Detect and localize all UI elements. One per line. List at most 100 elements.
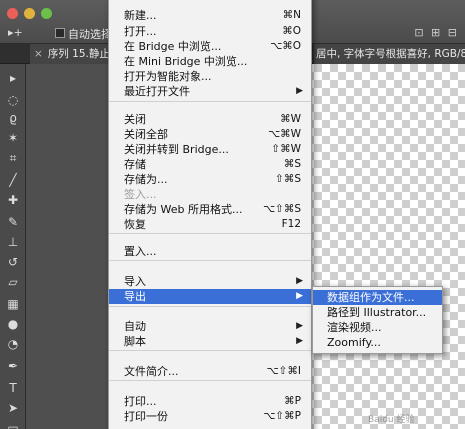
file-menu-item[interactable]: 打开为智能对象... [109,69,311,84]
submenu-arrow-icon: ▶ [296,321,303,331]
menu-item-label: 在 Mini Bridge 中浏览... [124,55,248,68]
file-menu-item[interactable]: 脚本 ▶ [109,334,311,349]
file-menu-item[interactable]: 打印... ⌘P [109,394,311,409]
document-tab-title: 序列 15.静止0 [47,48,110,60]
menu-item-shortcut: ⌘O [282,25,301,37]
healing-brush-tool-icon[interactable]: ✚ [5,192,21,208]
menu-item-label: 存储为... [124,173,168,186]
file-menu-item[interactable]: 打开... ⌘O [109,24,311,39]
menu-item-label: 新建... [124,9,157,22]
gradient-tool-icon[interactable]: ▦ [5,296,21,312]
export-submenu-item[interactable]: 渲染视频... [313,320,442,335]
menu-item-shortcut: ⌥⇧⌘S [262,203,301,215]
menu-item-label: 最近打开文件 [124,85,190,98]
dodge-tool-icon[interactable]: ◔ [5,336,21,352]
document-tab[interactable]: × 序列 15.静止0 [30,44,110,64]
menu-item-label: 置入... [124,245,157,258]
submenu-arrow-icon: ▶ [296,291,303,301]
menu-item-shortcut: ⌘S [283,158,301,170]
file-menu-item[interactable]: 导出 ▶ [109,289,311,304]
eyedropper-tool-icon[interactable]: ╱ [5,172,21,188]
file-menu-item[interactable]: 关闭全部 ⌥⌘W [109,127,311,142]
magic-wand-tool-icon[interactable]: ✶ [5,130,21,146]
file-menu-item[interactable]: 置入... [109,244,311,259]
file-menu-item[interactable]: 在 Bridge 中浏览... ⌥⌘O [109,39,311,54]
file-menu-item[interactable]: 导入 ▶ [109,274,311,289]
menu-item-label: 打印... [124,395,157,408]
menu-item-shortcut: ⇧⌘S [275,173,301,185]
menu-item-label: 签入... [124,188,157,201]
file-menu-item[interactable]: 关闭并转到 Bridge... ⇧⌘W [109,142,311,157]
menu-item-shortcut: ⌥⇧⌘I [266,365,302,377]
export-submenu-item[interactable]: Zoomify... [313,335,442,350]
file-menu-item[interactable]: 存储为... ⇧⌘S [109,172,311,187]
submenu-arrow-icon: ▶ [296,336,303,346]
close-window-button[interactable] [7,8,18,19]
blur-tool-icon[interactable]: ● [5,316,21,332]
menu-item-shortcut: ⇧⌘W [271,143,301,155]
menu-item-label: 关闭并转到 Bridge... [124,143,229,156]
pen-tool-icon[interactable]: ✒ [5,358,21,374]
menu-separator [109,306,311,307]
crop-tool-icon[interactable]: ⌗ [5,150,21,166]
eraser-tool-icon[interactable]: ▱ [5,274,21,290]
export-submenu: 数据组作为文件... 路径到 Illustrator... 渲染视频... Zoomi… [312,286,443,354]
file-menu: 新建... ⌘N 打开... ⌘O 在 Bridge 中浏览... ⌥⌘O 在 Mini B… [108,0,312,429]
zoom-window-button[interactable] [41,8,52,19]
close-tab-icon[interactable]: × [34,48,43,60]
menu-item-shortcut: ⌘P [284,395,301,407]
move-tool-icon[interactable]: ▸ [5,70,21,86]
watermark: Baidu 经验 [368,415,415,425]
menu-item-label: 导入 [124,275,146,288]
path-selection-tool-icon[interactable]: ➤ [5,400,21,416]
file-menu-item[interactable]: 恢复 F12 [109,217,311,232]
submenu-arrow-icon: ▶ [296,276,303,286]
submenu-arrow-icon: ▶ [296,86,303,96]
menu-item-label: 打开... [124,25,157,38]
menu-item-label: 自动 [124,320,146,333]
file-menu-item[interactable]: 打印一份 ⌥⇧⌘P [109,409,311,424]
file-menu-item[interactable]: 文件简介... ⌥⇧⌘I [109,364,311,379]
menu-separator [109,233,311,234]
menu-item-label: 存储为 Web 所用格式... [124,203,243,216]
file-menu-item[interactable]: 关闭 ⌘W [109,112,311,127]
file-menu-item[interactable]: 存储为 Web 所用格式... ⌥⇧⌘S [109,202,311,217]
history-brush-tool-icon[interactable]: ↺ [5,254,21,270]
menu-item-label: 关闭全部 [124,128,168,141]
window-controls [7,8,52,19]
menu-item-shortcut: ⌥⌘O [270,40,301,52]
align-icons[interactable]: ⊡ ⊞ ⊟ [414,26,459,39]
export-submenu-item[interactable]: 路径到 Illustrator... [313,305,442,320]
menu-item-label: 打开为智能对象... [124,70,212,83]
type-tool-icon[interactable]: T [5,380,21,396]
lasso-tool-icon[interactable]: ϱ [5,110,21,126]
menu-item-label: 脚本 [124,335,146,348]
menu-item-label: 存储 [124,158,146,171]
workspace-background [26,64,108,429]
menu-separator [109,101,311,102]
clone-stamp-tool-icon[interactable]: ⊥ [5,234,21,250]
transparent-canvas[interactable] [306,64,465,429]
file-menu-item[interactable]: 在 Mini Bridge 中浏览... [109,54,311,69]
marquee-tool-icon[interactable]: ◌ [5,92,21,108]
file-menu-item[interactable]: 新建... ⌘N [109,8,311,23]
file-menu-item: 签入... [109,187,311,202]
move-tool-icon[interactable]: ▸+ [8,26,48,42]
export-submenu-item[interactable]: 数据组作为文件... [313,290,442,305]
menu-item-shortcut: ⌘N [282,9,301,21]
auto-select-checkbox[interactable] [55,28,65,38]
tools-panel: ▸ ◌ ϱ ✶ ⌗ ╱ ✚ ✎ ⊥ ↺ ▱ ▦ ● ◔ ✒ T ➤ ▭ [0,64,26,429]
menu-item-shortcut: ⌥⇧⌘P [263,410,301,422]
menu-item-label: 导出 [124,290,146,303]
file-menu-item[interactable]: 存储 ⌘S [109,157,311,172]
menu-item-shortcut: ⌥⌘W [268,128,301,140]
shape-tool-icon[interactable]: ▭ [5,420,21,429]
menu-separator [109,350,311,351]
document-tab-title-right[interactable]: 居中, 字体字号根据喜好, RGB/8#) [314,44,465,64]
file-menu-item[interactable]: 最近打开文件 ▶ [109,84,311,99]
menu-separator [109,380,311,381]
brush-tool-icon[interactable]: ✎ [5,214,21,230]
file-menu-item[interactable]: 自动 ▶ [109,319,311,334]
minimize-window-button[interactable] [24,8,35,19]
menu-item-label: 在 Bridge 中浏览... [124,40,222,53]
